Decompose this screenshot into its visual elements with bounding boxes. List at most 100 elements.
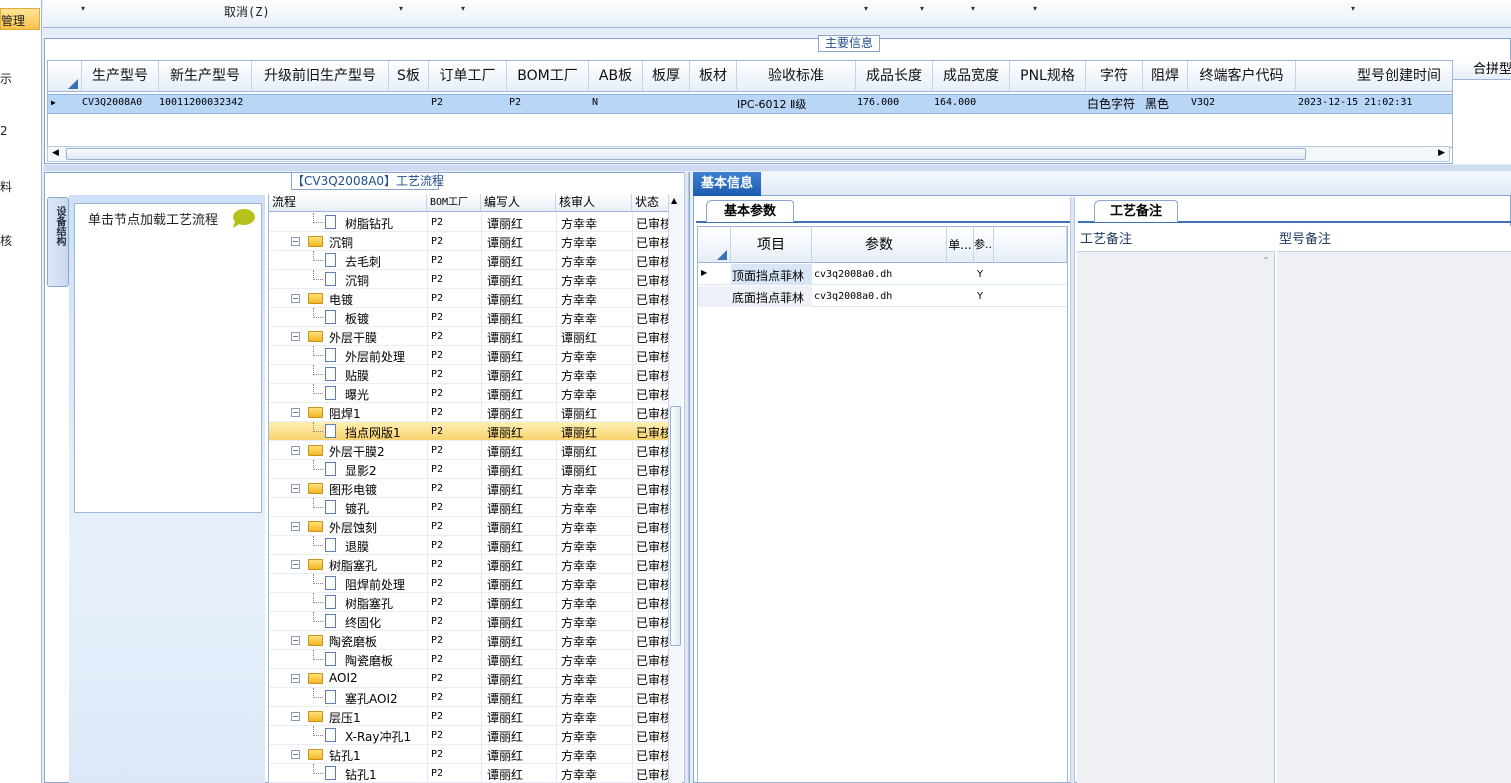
tree-reviewer[interactable]: 方幸幸 <box>561 709 597 726</box>
tree-node-name[interactable]: X-Ray冲孔1 <box>345 728 411 745</box>
tree-col-header[interactable]: 核审人 <box>556 194 632 212</box>
params-row[interactable]: 底面挡点菲林 cv3q2008a0.dh Y <box>698 286 1067 307</box>
tree-status[interactable]: 已审核 <box>636 557 668 574</box>
tree-writer[interactable]: 谭丽红 <box>487 348 523 365</box>
tree-reviewer[interactable]: 方幸幸 <box>561 766 597 783</box>
tree-reviewer[interactable]: 方幸幸 <box>561 272 597 289</box>
tree-bom[interactable]: P2 <box>431 312 443 323</box>
node-box[interactable] <box>74 203 262 513</box>
tree-bom[interactable]: P2 <box>431 597 443 608</box>
tree-reviewer[interactable]: 方幸幸 <box>561 481 597 498</box>
tree-writer[interactable]: 谭丽红 <box>487 519 523 536</box>
tree-writer[interactable]: 谭丽红 <box>487 633 523 650</box>
vertical-tab[interactable]: 设备结构 <box>47 197 69 287</box>
cell[interactable]: P2 <box>431 97 443 108</box>
param-item[interactable]: 底面挡点菲林 <box>732 289 804 306</box>
tree-node-name[interactable]: 图形电镀 <box>329 481 377 498</box>
tree-node-name[interactable]: 外层蚀刻 <box>329 519 377 536</box>
dropdown-arrow-icon[interactable]: ▾ <box>1351 4 1355 13</box>
tree-node-name[interactable]: 电镀 <box>329 291 353 308</box>
params-col-header[interactable]: 参... <box>974 227 994 263</box>
tree-status[interactable]: 已审核 <box>636 500 668 517</box>
tree-node-name[interactable]: 沉铜 <box>345 272 369 289</box>
dropdown-arrow-icon[interactable]: ▾ <box>971 4 975 13</box>
vertical-scrollbar[interactable]: ▲ <box>668 194 682 783</box>
tree-status[interactable]: 已审核 <box>636 519 668 536</box>
left-nav-item[interactable]: 料 <box>0 178 12 195</box>
tree-reviewer[interactable]: 方幸幸 <box>561 253 597 270</box>
tree-writer[interactable]: 谭丽红 <box>487 538 523 555</box>
collapse-toggle-icon[interactable]: − <box>291 560 300 569</box>
tree-reviewer[interactable]: 方幸幸 <box>561 310 597 327</box>
cell[interactable]: N <box>592 97 598 108</box>
tree-writer[interactable]: 谭丽红 <box>487 690 523 707</box>
tree-bom[interactable]: P2 <box>431 236 443 247</box>
tree-reviewer[interactable]: 方幸幸 <box>561 215 597 232</box>
tree-row[interactable]: 钻孔1 P2 谭丽红 方幸幸 已审核 <box>269 764 669 783</box>
tree-bom[interactable]: P2 <box>431 502 443 513</box>
tree-reviewer[interactable]: 方幸幸 <box>561 747 597 764</box>
tree-reviewer[interactable]: 方幸幸 <box>561 671 597 688</box>
dropdown-arrow-icon[interactable]: ▾ <box>920 4 924 13</box>
tree-node-name[interactable]: 树脂塞孔 <box>345 595 393 612</box>
col-header[interactable]: S板 <box>389 61 429 92</box>
tree-reviewer[interactable]: 方幸幸 <box>561 614 597 631</box>
dropdown-arrow-icon[interactable]: ▾ <box>864 4 868 13</box>
tree-row[interactable]: − 钻孔1 P2 谭丽红 方幸幸 已审核 <box>269 745 669 764</box>
col-header[interactable]: 板厚 <box>643 61 690 92</box>
tree-writer[interactable]: 谭丽红 <box>487 272 523 289</box>
tree-row[interactable]: 显影2 P2 谭丽红 谭丽红 已审核 <box>269 460 669 479</box>
tree-bom[interactable]: P2 <box>431 426 443 437</box>
tree-node-name[interactable]: 钻孔1 <box>345 766 377 783</box>
tree-bom[interactable]: P2 <box>431 578 443 589</box>
tree-node-name[interactable]: 树脂塞孔 <box>329 557 377 574</box>
col-header[interactable]: 阻焊 <box>1143 61 1188 92</box>
tree-bom[interactable]: P2 <box>431 255 443 266</box>
tree-bom[interactable]: P2 <box>431 217 443 228</box>
process-note-textarea[interactable]: ⌃ <box>1077 252 1275 783</box>
col-header[interactable]: 新生产型号 <box>159 61 252 92</box>
tree-writer[interactable]: 谭丽红 <box>487 576 523 593</box>
tree-row[interactable]: X-Ray冲孔1 P2 谭丽红 方幸幸 已审核 <box>269 726 669 745</box>
cell[interactable]: 黑色 <box>1145 95 1169 112</box>
tree-bom[interactable]: P2 <box>431 274 443 285</box>
tree-reviewer[interactable]: 方幸幸 <box>561 690 597 707</box>
tree-bom[interactable]: P2 <box>431 388 443 399</box>
tree-col-header[interactable]: 流程 <box>269 194 427 212</box>
scroll-left-icon[interactable]: ◀ <box>52 148 59 158</box>
col-header[interactable]: 合拼型 <box>1453 60 1511 80</box>
tree-node-name[interactable]: 退膜 <box>345 538 369 555</box>
tree-status[interactable]: 已审核 <box>636 576 668 593</box>
dropdown-arrow-icon[interactable]: ▾ <box>81 4 85 13</box>
col-header[interactable]: 成品长度 <box>856 61 933 92</box>
tree-col-header[interactable]: BOM工厂 <box>427 194 481 212</box>
dropdown-arrow-icon[interactable]: ▾ <box>1033 4 1037 13</box>
tree-reviewer[interactable]: 方幸幸 <box>561 633 597 650</box>
tree-bom[interactable]: P2 <box>431 635 443 646</box>
tree-row[interactable]: 去毛刺 P2 谭丽红 方幸幸 已审核 <box>269 251 669 270</box>
horizontal-splitter[interactable] <box>44 165 1511 171</box>
collapse-toggle-icon[interactable]: − <box>291 522 300 531</box>
tree-status[interactable]: 已审核 <box>636 462 668 479</box>
tree-reviewer[interactable]: 方幸幸 <box>561 386 597 403</box>
tree-reviewer[interactable]: 方幸幸 <box>561 557 597 574</box>
param-value[interactable]: cv3q2008a0.dh <box>814 269 892 280</box>
tree-status[interactable]: 已审核 <box>636 291 668 308</box>
cell[interactable]: CV3Q2008A0 <box>82 97 142 108</box>
tree-status[interactable]: 已审核 <box>636 766 668 783</box>
tree-row[interactable]: 终固化 P2 谭丽红 方幸幸 已审核 <box>269 612 669 631</box>
horizontal-scrollbar[interactable]: ◀ ▶ <box>47 146 1450 162</box>
cell[interactable]: 164.000 <box>934 97 976 108</box>
param-value[interactable]: cv3q2008a0.dh <box>814 291 892 302</box>
tree-writer[interactable]: 谭丽红 <box>487 405 523 422</box>
tree-reviewer[interactable]: 方幸幸 <box>561 291 597 308</box>
param-flag[interactable]: Y <box>977 291 983 302</box>
tree-node-name[interactable]: 钻孔1 <box>329 747 361 764</box>
tree-row[interactable]: 陶瓷磨板 P2 谭丽红 方幸幸 已审核 <box>269 650 669 669</box>
col-header[interactable]: BOM工厂 <box>507 61 589 92</box>
collapse-toggle-icon[interactable]: − <box>291 408 300 417</box>
collapse-toggle-icon[interactable]: − <box>291 484 300 493</box>
tree-bom[interactable]: P2 <box>431 768 443 779</box>
tree-writer[interactable]: 谭丽红 <box>487 500 523 517</box>
tree-bom[interactable]: P2 <box>431 730 443 741</box>
